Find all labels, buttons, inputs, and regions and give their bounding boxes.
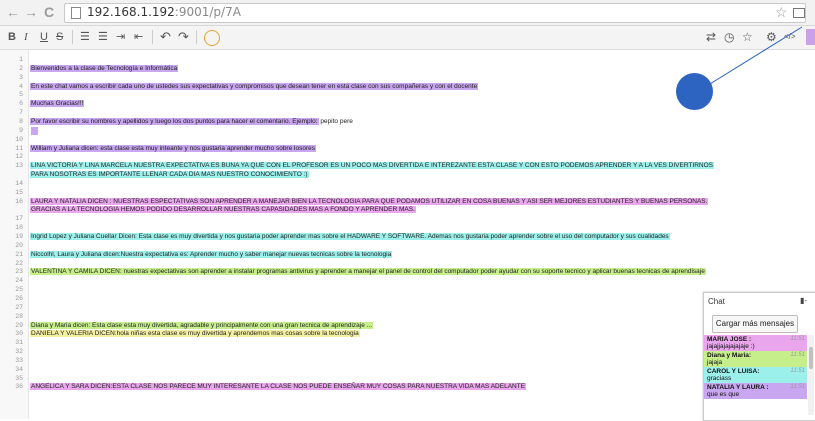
chat-text: graciass (707, 375, 732, 382)
chat-messages: MARIA JOSE : 11:51 jajajjajajajajaje :) Di… (704, 335, 807, 415)
chat-minimize-button[interactable]: ▮- (800, 296, 807, 305)
chat-message: MARIA JOSE : 11:51 jajajjajajajajaje :) (704, 335, 807, 351)
chat-text: jajaja (707, 359, 723, 366)
chat-message: Diana y Maria: 11:51 jajaja (704, 351, 807, 367)
chat-author: NATALIA Y LAURA : (707, 384, 769, 391)
chat-text: que es que (707, 391, 740, 398)
chat-author: CAROL Y LUISA: (707, 368, 760, 375)
chat-time: 11:51 (790, 336, 805, 342)
chat-message: NATALIA Y LAURA : 11:51 que es que (704, 383, 807, 399)
chat-author: MARIA JOSE : (707, 336, 752, 343)
load-more-button[interactable]: Cargar más mensajes (712, 315, 798, 333)
chat-panel: Chat ▮- Cargar más mensajes MARIA JOSE :… (703, 292, 815, 421)
chat-text: jajajjajajajajaje :) (707, 343, 755, 350)
pointer-line (696, 26, 803, 93)
chat-message: CAROL Y LUISA: 11:51 graciass (704, 367, 807, 383)
chat-scrollbar[interactable] (808, 335, 814, 415)
chat-time: 11:51 (790, 368, 805, 374)
chat-title: Chat (708, 297, 725, 306)
cursor-dot (676, 73, 713, 110)
chat-time: 11:51 (790, 352, 805, 358)
chat-time: 11:51 (790, 384, 805, 390)
chat-author: Diana y Maria: (707, 352, 752, 359)
chat-scroll-thumb[interactable] (809, 347, 813, 369)
